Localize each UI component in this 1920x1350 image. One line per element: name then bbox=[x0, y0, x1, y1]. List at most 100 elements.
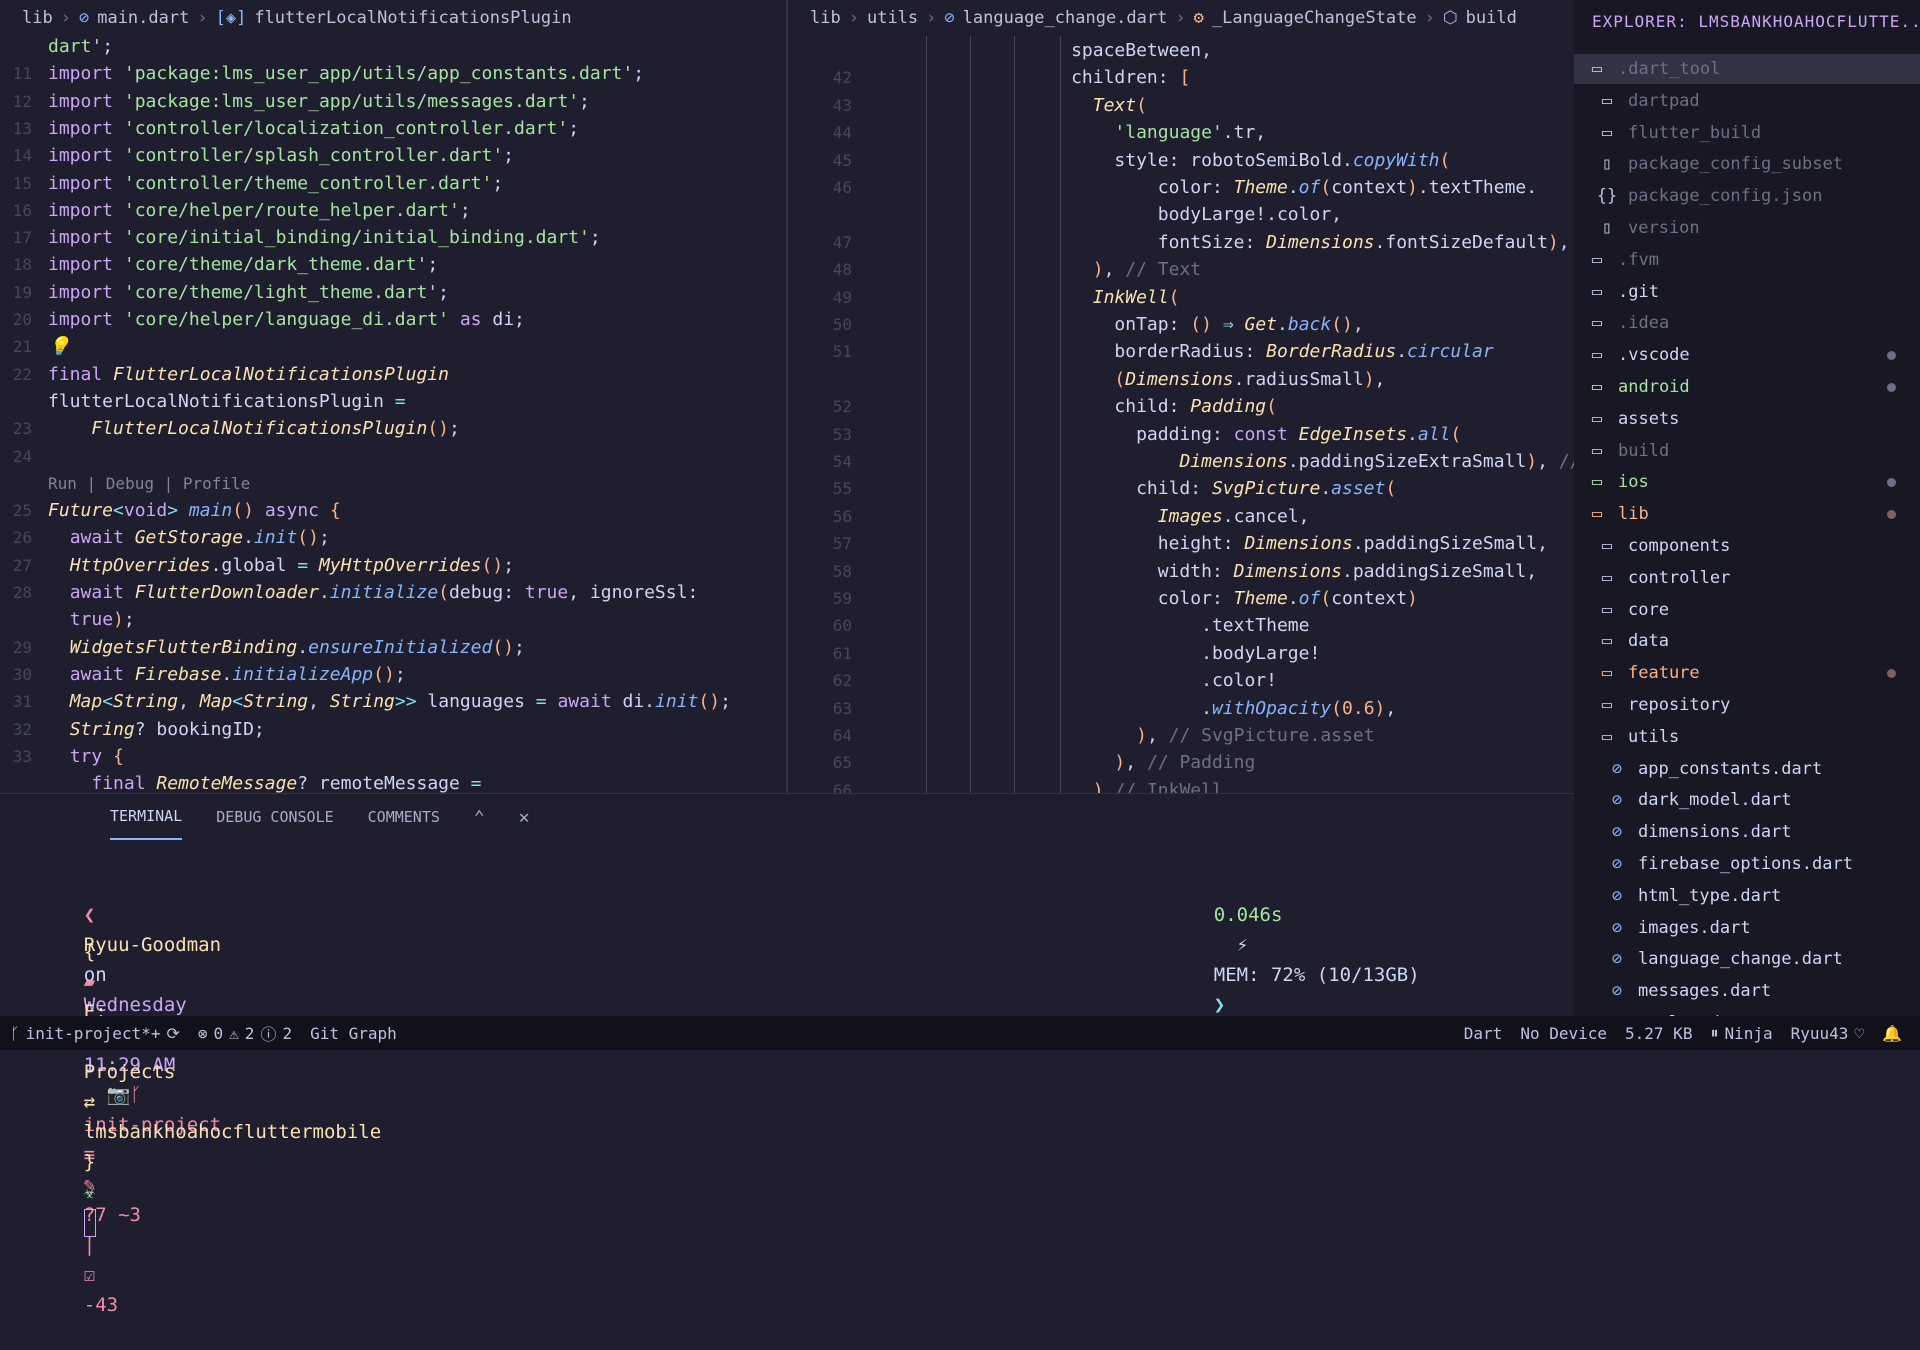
code-text[interactable]: Text( bbox=[876, 93, 1147, 119]
code-text[interactable]: borderRadius: BorderRadius.circular bbox=[876, 339, 1493, 365]
code-line[interactable]: 23 FlutterLocalNotificationsPlugin(); bbox=[0, 416, 786, 442]
code-text[interactable]: (Dimensions.radiusSmall), bbox=[876, 367, 1385, 393]
code-text[interactable]: import 'core/theme/light_theme.dart'; bbox=[48, 280, 449, 306]
code-text[interactable]: 'language'.tr, bbox=[876, 120, 1266, 146]
tree-item[interactable]: ▭ data bbox=[1574, 626, 1920, 656]
tree-item[interactable]: ▭ .dart_tool bbox=[1574, 54, 1920, 84]
code-text[interactable]: import 'core/helper/language_di.dart' as… bbox=[48, 307, 525, 333]
code-text[interactable]: color: Theme.of(context) bbox=[876, 586, 1418, 612]
terminal-prompt-line-2[interactable]: { ▰ E: ⇄ Projects ⇄ lmsbankhoahocflutter… bbox=[38, 907, 381, 1237]
code-text[interactable]: String? bookingID; bbox=[48, 717, 265, 743]
code-line[interactable]: 59 color: Theme.of(context) bbox=[788, 586, 1574, 612]
chevron-up-icon[interactable]: ⌃ bbox=[474, 794, 485, 840]
code-line[interactable]: 26 await GetStorage.init(); bbox=[0, 525, 786, 551]
code-text[interactable]: Map<String, Map<String, String>> languag… bbox=[48, 689, 731, 715]
code-line[interactable]: 30 await Firebase.initializeApp(); bbox=[0, 662, 786, 688]
tree-item[interactable]: ⊘ images.dart bbox=[1574, 913, 1920, 943]
code-text[interactable]: true); bbox=[48, 607, 135, 633]
code-line[interactable]: 57 height: Dimensions.paddingSizeSmall, bbox=[788, 531, 1574, 557]
code-text[interactable]: color: Theme.of(context).textTheme. bbox=[876, 175, 1537, 201]
breadcrumb-item[interactable]: utils bbox=[867, 8, 918, 28]
code-text[interactable]: HttpOverrides.global = MyHttpOverrides()… bbox=[48, 553, 514, 579]
code-text[interactable]: import 'package:lms_user_app/utils/app_c… bbox=[48, 61, 644, 87]
code-text[interactable]: InkWell( bbox=[876, 285, 1180, 311]
code-text[interactable]: import 'package:lms_user_app/utils/messa… bbox=[48, 89, 590, 115]
breadcrumb-item[interactable]: lib bbox=[22, 8, 53, 28]
git-graph-button[interactable]: Git Graph bbox=[310, 1024, 397, 1043]
tree-item[interactable]: ▭ feature bbox=[1574, 658, 1920, 688]
code-text[interactable]: width: Dimensions.paddingSizeSmall, bbox=[876, 559, 1537, 585]
code-line[interactable]: 11 import 'package:lms_user_app/utils/app… bbox=[0, 61, 786, 87]
code-line[interactable]: 20 import 'core/helper/language_di.dart' … bbox=[0, 307, 786, 333]
code-line[interactable]: 19 import 'core/theme/light_theme.dart'; bbox=[0, 280, 786, 306]
code-text[interactable]: final RemoteMessage? remoteMessage = bbox=[48, 771, 481, 793]
code-text[interactable]: child: Padding( bbox=[876, 394, 1277, 420]
tree-item[interactable]: ⊘ dark_model.dart bbox=[1574, 785, 1920, 815]
code-text[interactable]: ), // Padding bbox=[876, 750, 1255, 776]
code-text[interactable]: ), // Text bbox=[876, 257, 1201, 283]
code-line[interactable]: 12 import 'package:lms_user_app/utils/mes… bbox=[0, 89, 786, 115]
tree-item[interactable]: ⊘ messages.dart bbox=[1574, 976, 1920, 1006]
status-language[interactable]: Dart bbox=[1464, 1024, 1503, 1043]
code-line[interactable]: 21 💡 bbox=[0, 334, 786, 360]
tree-item[interactable]: ⊘ app_constants.dart bbox=[1574, 754, 1920, 784]
code-line[interactable]: 60 .textTheme bbox=[788, 613, 1574, 639]
code-line[interactable]: 63 .withOpacity(0.6), bbox=[788, 696, 1574, 722]
tree-item[interactable]: ▭ assets bbox=[1574, 404, 1920, 434]
code-line[interactable]: 47 fontSize: Dimensions.fontSizeDefault)… bbox=[788, 230, 1574, 256]
code-text[interactable]: style: robotoSemiBold.copyWith( bbox=[876, 148, 1450, 174]
code-text[interactable]: import 'controller/theme_controller.dart… bbox=[48, 171, 503, 197]
code-line[interactable]: 44 'language'.tr, bbox=[788, 120, 1574, 146]
code-text[interactable]: ), // SvgPicture.asset bbox=[876, 723, 1374, 749]
tree-item[interactable]: ▭ .idea bbox=[1574, 308, 1920, 338]
code-text[interactable]: Run | Debug | Profile bbox=[48, 471, 250, 497]
code-line[interactable]: 45 style: robotoSemiBold.copyWith( bbox=[788, 148, 1574, 174]
code-line[interactable]: final RemoteMessage? remoteMessage = bbox=[0, 771, 786, 793]
tree-item[interactable]: ⊘ dimensions.dart bbox=[1574, 817, 1920, 847]
code-line[interactable]: 28 await FlutterDownloader.initialize(de… bbox=[0, 580, 786, 606]
right-breadcrumb[interactable]: lib › utils › ⊘ language_change.dart › ⚙… bbox=[788, 0, 1574, 36]
status-device[interactable]: No Device bbox=[1520, 1024, 1607, 1043]
code-line[interactable]: 64 ), // SvgPicture.asset bbox=[788, 723, 1574, 749]
code-text[interactable]: WidgetsFlutterBinding.ensureInitialized(… bbox=[48, 635, 525, 661]
status-build[interactable]: ⏸ Ninja bbox=[1710, 1023, 1772, 1043]
code-line[interactable]: 46 color: Theme.of(context).textTheme. bbox=[788, 175, 1574, 201]
code-text[interactable]: flutterLocalNotificationsPlugin = bbox=[48, 389, 406, 415]
code-line[interactable]: 33 try { bbox=[0, 744, 786, 770]
panel-tabs[interactable]: TERMINAL DEBUG CONSOLE COMMENTS ⌃ ✕ bbox=[110, 794, 530, 840]
tree-item[interactable]: ▭ android bbox=[1574, 372, 1920, 402]
tree-item[interactable]: ▭ .git bbox=[1574, 277, 1920, 307]
code-line[interactable]: 31 Map<String, Map<String, String>> lang… bbox=[0, 689, 786, 715]
tree-item[interactable]: ▭ .vscode bbox=[1574, 340, 1920, 370]
tree-item[interactable]: ▯ version bbox=[1574, 213, 1920, 243]
code-line[interactable]: 56 Images.cancel, bbox=[788, 504, 1574, 530]
code-line[interactable]: 29 WidgetsFlutterBinding.ensureInitializ… bbox=[0, 635, 786, 661]
tab-debug-console[interactable]: DEBUG CONSOLE bbox=[216, 794, 333, 840]
code-line[interactable]: 51 borderRadius: BorderRadius.circular bbox=[788, 339, 1574, 365]
tree-item[interactable]: ▭ flutter_build bbox=[1574, 118, 1920, 148]
code-line[interactable]: bodyLarge!.color, bbox=[788, 202, 1574, 228]
code-text[interactable]: fontSize: Dimensions.fontSizeDefault), bbox=[876, 230, 1570, 256]
code-line[interactable]: 42 children: [ bbox=[788, 65, 1574, 91]
code-line[interactable]: true); bbox=[0, 607, 786, 633]
status-user[interactable]: Ryuu43 ♡ bbox=[1791, 1024, 1864, 1043]
code-text[interactable]: .bodyLarge! bbox=[876, 641, 1320, 667]
code-line[interactable]: 24 bbox=[0, 444, 786, 470]
code-text[interactable]: final FlutterLocalNotificationsPlugin bbox=[48, 362, 449, 388]
breadcrumb-item[interactable]: build bbox=[1466, 8, 1517, 28]
code-text[interactable]: Images.cancel, bbox=[876, 504, 1310, 530]
code-line[interactable]: 14 import 'controller/splash_controller.d… bbox=[0, 143, 786, 169]
code-text[interactable]: import 'core/initial_binding/initial_bin… bbox=[48, 225, 601, 251]
tab-comments[interactable]: COMMENTS bbox=[368, 794, 440, 840]
tree-item[interactable]: ▭ ios bbox=[1574, 467, 1920, 497]
code-line[interactable]: 49 InkWell( bbox=[788, 285, 1574, 311]
code-line[interactable]: 27 HttpOverrides.global = MyHttpOverride… bbox=[0, 553, 786, 579]
left-editor[interactable]: lib › ⊘ main.dart › [◈] flutterLocalNoti… bbox=[0, 0, 786, 793]
code-line[interactable]: 61 .bodyLarge! bbox=[788, 641, 1574, 667]
tree-item[interactable]: ▭ dartpad bbox=[1574, 86, 1920, 116]
code-text[interactable]: .textTheme bbox=[876, 613, 1309, 639]
code-line[interactable]: 13 import 'controller/localization_contro… bbox=[0, 116, 786, 142]
sync-icon[interactable]: ⟳ bbox=[166, 1024, 179, 1043]
explorer-sidebar[interactable]: EXPLORER: LMSBANKHOAHOCFLUTTE... ▭ .dart_… bbox=[1574, 0, 1920, 1016]
code-line[interactable]: 66 ) // InkWell bbox=[788, 778, 1574, 793]
